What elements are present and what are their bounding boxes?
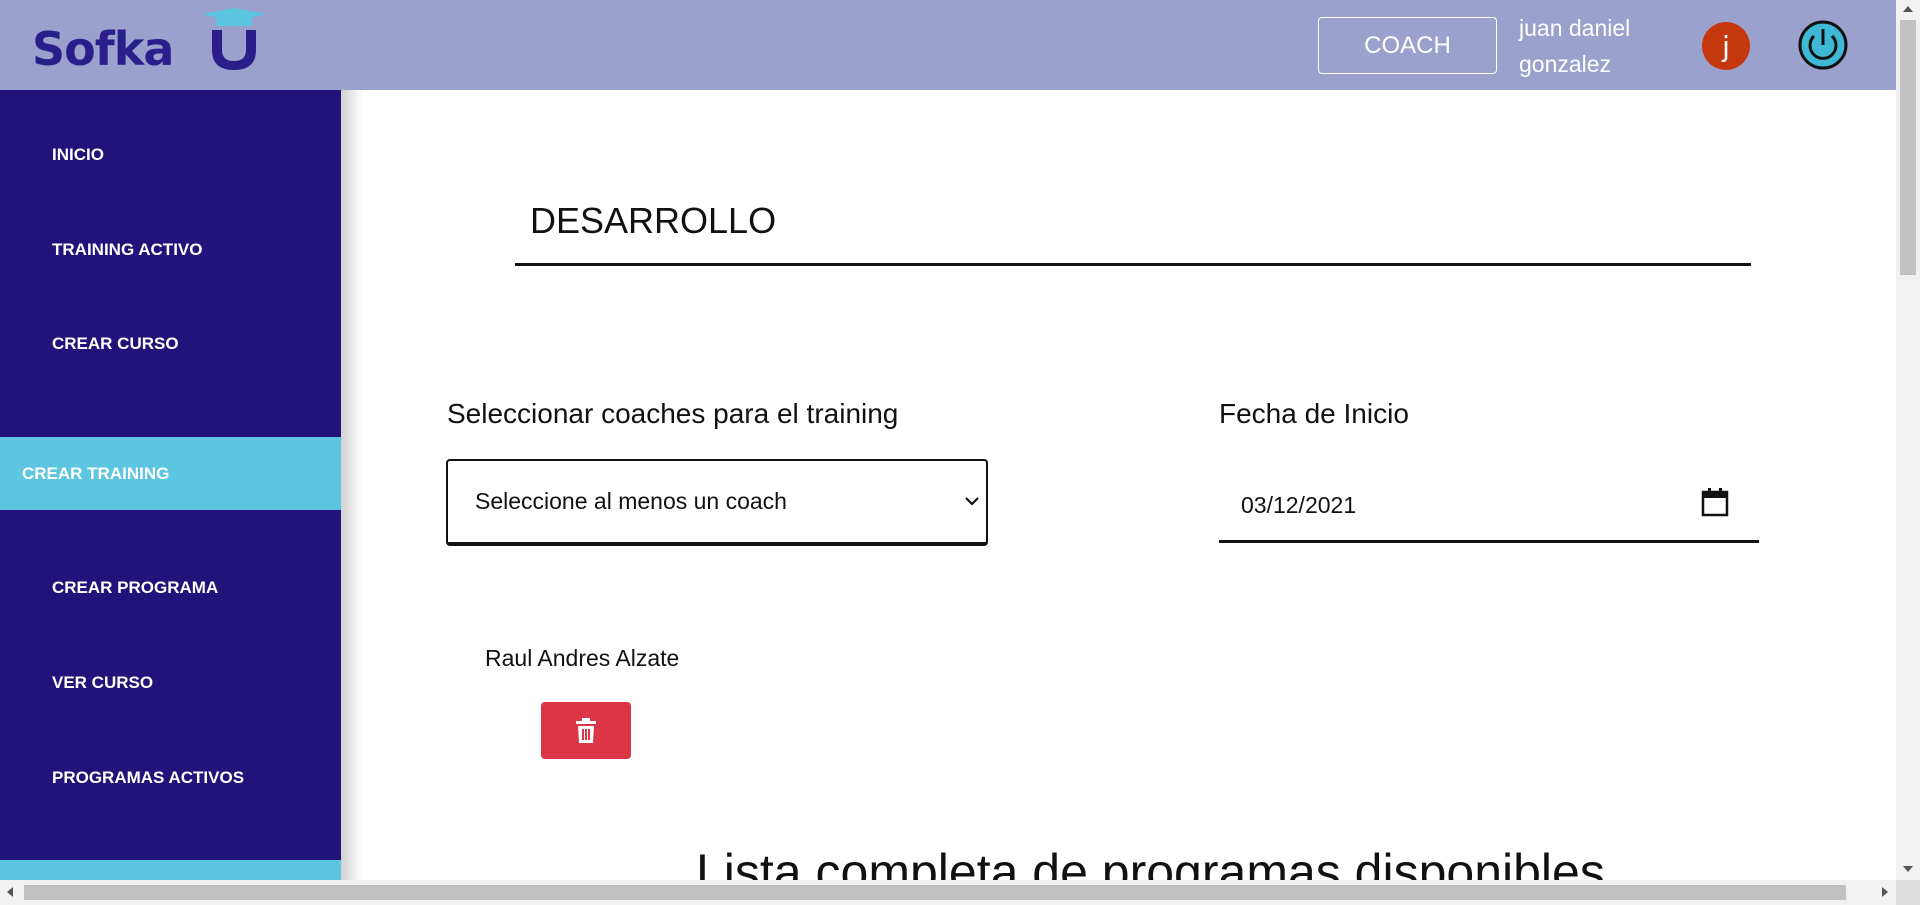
start-date-input[interactable]: 03/12/2021 xyxy=(1219,470,1759,543)
start-date-value: 03/12/2021 xyxy=(1241,491,1357,518)
role-button[interactable]: COACH xyxy=(1318,17,1497,74)
sidebar-item-training-activo[interactable]: TRAINING ACTIVO xyxy=(0,230,341,270)
logo-text: Sofka xyxy=(32,22,174,76)
sidebar-item-crear-training[interactable]: CREAR TRAINING xyxy=(0,437,341,510)
horizontal-scroll-thumb[interactable] xyxy=(24,885,1846,900)
page-title: DESARROLLO xyxy=(530,200,777,241)
remove-coach-button[interactable] xyxy=(541,702,631,759)
sofkau-logo[interactable]: Sofka xyxy=(32,6,264,76)
vertical-scroll-thumb[interactable] xyxy=(1900,20,1916,275)
logo-u-graduation-cap-icon xyxy=(202,8,264,70)
trash-icon xyxy=(576,717,596,743)
sidebar: INICIO TRAINING ACTIVO CREAR CURSO CREAR… xyxy=(0,90,363,880)
scroll-left-arrow-icon[interactable] xyxy=(7,887,13,897)
scroll-down-arrow-icon[interactable] xyxy=(1903,866,1913,872)
sidebar-next-item-accent[interactable] xyxy=(0,860,341,880)
scroll-up-arrow-icon[interactable] xyxy=(1903,6,1913,12)
selected-coach-name: Raul Andres Alzate xyxy=(485,645,680,671)
power-logout-icon[interactable] xyxy=(1798,20,1848,70)
title-divider xyxy=(515,263,1751,266)
sidebar-item-crear-curso[interactable]: CREAR CURSO xyxy=(0,324,341,364)
sidebar-item-crear-programa[interactable]: CREAR PROGRAMA xyxy=(0,568,341,608)
chevron-down-icon xyxy=(965,497,979,506)
coaches-label: Seleccionar coaches para el training xyxy=(447,398,899,429)
scroll-right-arrow-icon[interactable] xyxy=(1882,887,1888,897)
start-date-label: Fecha de Inicio xyxy=(1219,398,1409,429)
calendar-icon[interactable] xyxy=(1701,487,1729,517)
sidebar-item-inicio[interactable]: INICIO xyxy=(0,135,341,175)
user-avatar[interactable]: j xyxy=(1702,22,1750,70)
top-header: Sofka COACH juan daniel gonzalez j xyxy=(0,0,1896,90)
scrollbar-corner xyxy=(1896,880,1920,905)
coaches-select[interactable]: Seleccione al menos un coach xyxy=(446,459,988,546)
user-name: juan daniel gonzalez xyxy=(1519,15,1631,77)
vertical-scrollbar[interactable] xyxy=(1896,0,1920,880)
horizontal-scrollbar[interactable] xyxy=(0,880,1896,905)
sidebar-item-ver-curso[interactable]: VER CURSO xyxy=(0,663,341,703)
coaches-select-value: Seleccione al menos un coach xyxy=(475,488,787,514)
sidebar-item-programas-activos[interactable]: PROGRAMAS ACTIVOS xyxy=(0,758,341,798)
